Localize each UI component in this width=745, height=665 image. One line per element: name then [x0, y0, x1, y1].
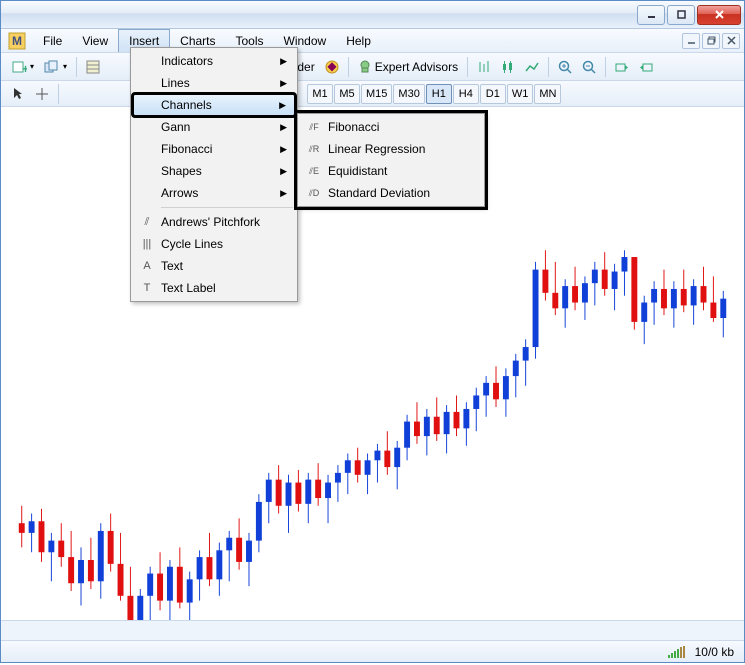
cycle-lines-icon: ||| [139, 236, 155, 252]
line-chart-button[interactable] [521, 56, 543, 78]
zoom-in-button[interactable] [554, 56, 576, 78]
candlestick-button[interactable] [497, 56, 519, 78]
insert-menu-item-shapes[interactable]: Shapes▶ [133, 160, 295, 182]
svg-text:+: + [22, 62, 27, 75]
mdi-close-button[interactable] [722, 33, 740, 49]
svg-text:◆: ◆ [327, 60, 337, 73]
channels-item-fibonacci[interactable]: ⫽FFibonacci [300, 116, 482, 138]
channels-submenu: ⫽FFibonacci⫽RLinear Regression⫽EEquidist… [297, 113, 485, 207]
timeframe-m15[interactable]: M15 [361, 84, 392, 104]
bar-chart-button[interactable] [473, 56, 495, 78]
submenu-arrow-icon: ▶ [280, 122, 287, 133]
channels-item-linear-regression[interactable]: ⫽RLinear Regression [300, 138, 482, 160]
new-chart-button[interactable]: +▾ [7, 56, 38, 78]
andrews-pitchfork-icon: ⫽ [139, 214, 155, 230]
timeframe-h1[interactable]: H1 [426, 84, 452, 104]
insert-menu-item-cycle-lines[interactable]: |||Cycle Lines [133, 233, 295, 255]
mdi-restore-button[interactable] [702, 33, 720, 49]
text-label-icon: T [139, 280, 155, 296]
cursor-tool[interactable] [7, 83, 29, 105]
submenu-arrow-icon: ▶ [279, 100, 286, 111]
expert-advisors-button[interactable]: Expert Advisors [354, 56, 462, 78]
equidistant-icon: ⫽E [306, 163, 322, 179]
market-watch-button[interactable] [82, 56, 104, 78]
main-toolbar: +▾ ▾ w Order ◆ Expert Advisors [1, 53, 744, 81]
insert-menu-item-arrows[interactable]: Arrows▶ [133, 182, 295, 204]
profiles-button[interactable]: ▾ [40, 56, 71, 78]
submenu-arrow-icon: ▶ [280, 78, 287, 89]
submenu-arrow-icon: ▶ [280, 144, 287, 155]
menu-help[interactable]: Help [336, 29, 381, 52]
submenu-arrow-icon: ▶ [280, 166, 287, 177]
zoom-out-button[interactable] [578, 56, 600, 78]
svg-text:M: M [12, 34, 22, 48]
chart-tabs-bar [1, 620, 744, 640]
standard-deviation-icon: ⫽D [306, 185, 322, 201]
fibonacci-icon: ⫽F [306, 119, 322, 135]
close-button[interactable] [697, 5, 741, 25]
connection-bars-icon [668, 646, 685, 658]
minimize-button[interactable] [637, 5, 665, 25]
text-icon: A [139, 258, 155, 274]
app-logo-icon: M [7, 31, 27, 51]
meta-editor-button[interactable]: ◆ [321, 56, 343, 78]
linear-regression-icon: ⫽R [306, 141, 322, 157]
chart-shift-button[interactable] [635, 56, 657, 78]
menu-view[interactable]: View [72, 29, 118, 52]
titlebar [1, 1, 744, 29]
insert-menu-item-andrews-pitchfork[interactable]: ⫽Andrews' Pitchfork [133, 211, 295, 233]
timeframe-m1[interactable]: M1 [307, 84, 333, 104]
timeframe-m5[interactable]: M5 [334, 84, 360, 104]
timeframe-d1[interactable]: D1 [480, 84, 506, 104]
connection-status: 10/0 kb [695, 645, 734, 659]
menubar: M FileViewInsertChartsToolsWindowHelp [1, 29, 744, 53]
insert-menu-item-indicators[interactable]: Indicators▶ [133, 50, 295, 72]
maximize-button[interactable] [667, 5, 695, 25]
submenu-arrow-icon: ▶ [280, 188, 287, 199]
timeframe-w1[interactable]: W1 [507, 84, 534, 104]
insert-menu-item-gann[interactable]: Gann▶ [133, 116, 295, 138]
timeframe-mn[interactable]: MN [534, 84, 561, 104]
timeframe-h4[interactable]: H4 [453, 84, 479, 104]
mdi-minimize-button[interactable] [682, 33, 700, 49]
auto-scroll-button[interactable] [611, 56, 633, 78]
statusbar: 10/0 kb [1, 640, 744, 662]
menu-file[interactable]: File [33, 29, 72, 52]
expert-advisors-label: Expert Advisors [375, 60, 458, 74]
channels-item-standard-deviation[interactable]: ⫽DStandard Deviation [300, 182, 482, 204]
channels-item-equidistant[interactable]: ⫽EEquidistant [300, 160, 482, 182]
insert-menu-dropdown: Indicators▶Lines▶Channels▶Gann▶Fibonacci… [130, 47, 298, 302]
timeframe-m30[interactable]: M30 [393, 84, 424, 104]
insert-menu-item-text[interactable]: AText [133, 255, 295, 277]
insert-menu-item-channels[interactable]: Channels▶ [133, 94, 295, 116]
insert-menu-item-fibonacci[interactable]: Fibonacci▶ [133, 138, 295, 160]
insert-menu-item-lines[interactable]: Lines▶ [133, 72, 295, 94]
insert-menu-item-text-label[interactable]: TText Label [133, 277, 295, 299]
crosshair-tool[interactable] [31, 83, 53, 105]
app-window: M FileViewInsertChartsToolsWindowHelp +▾… [0, 0, 745, 663]
drawing-toolbar: ▾ ▾ M1M5M15M30H1H4D1W1MN [1, 81, 744, 107]
submenu-arrow-icon: ▶ [280, 56, 287, 67]
